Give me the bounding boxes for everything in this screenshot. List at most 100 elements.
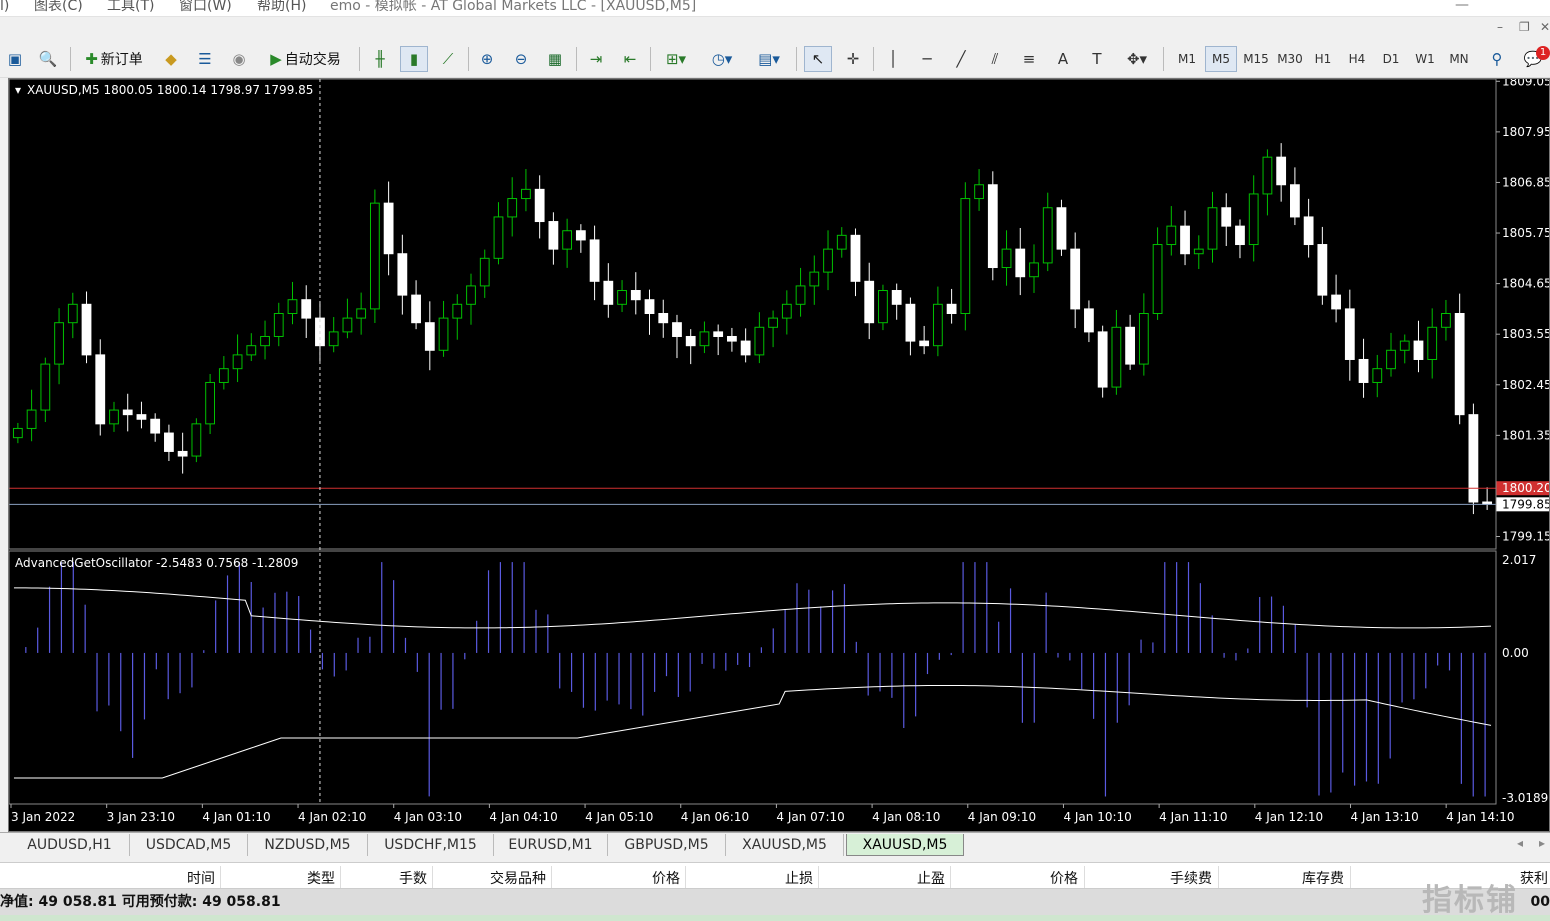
timeframe-m30[interactable]: M30 (1273, 46, 1307, 72)
auto-trade-button[interactable]: ▶ 自动交易 (258, 46, 353, 72)
chart-window-icon[interactable]: ▣ (2, 46, 28, 72)
price-pane[interactable]: 1800.20 1799.85 (9, 143, 1550, 515)
candle-body (1056, 207, 1067, 250)
zoom-in-icon[interactable]: ⊕ (474, 46, 500, 72)
tab-nzdusd-m5[interactable]: NZDUSD,M5 (248, 834, 368, 856)
col-time[interactable]: 时间 (150, 868, 215, 888)
auto-trade-icon: ▶ (270, 50, 282, 68)
menu-item-tools[interactable]: 工具(T) (107, 0, 154, 14)
menu-bar: l) 图表(C) 工具(T) 窗口(W) 帮助(H) emo - 模拟帐 - A… (0, 0, 1550, 17)
tile-windows-icon[interactable]: ▦ (542, 46, 568, 72)
child-restore-icon[interactable]: ❐ (1519, 20, 1530, 34)
candle-body (987, 184, 998, 269)
candle-body (809, 271, 820, 287)
candle-body (1015, 248, 1026, 278)
candle-body (795, 285, 806, 305)
col-type[interactable]: 类型 (270, 868, 335, 888)
col-swap[interactable]: 库存费 (1272, 868, 1344, 888)
cursor-icon[interactable]: ↖ (804, 46, 832, 72)
timeframe-h4[interactable]: H4 (1341, 46, 1373, 72)
line-chart-icon[interactable]: ⟋ (435, 46, 461, 72)
time-tick-label: 4 Jan 06:10 (681, 810, 749, 824)
timeframe-m1[interactable]: M1 (1171, 46, 1203, 72)
chart-area[interactable]: 1800.20 1799.85 1809.05 1807.95 1806.85 1805… (8, 74, 1550, 832)
tab-gbpusd-m5[interactable]: GBPUSD,M5 (608, 834, 726, 856)
menu-item-charts[interactable]: 图表(C) (34, 0, 83, 14)
tab-xauusd-m5-active[interactable]: XAUUSD,M5 (846, 834, 964, 856)
notifications-icon[interactable]: 💬 1 (1518, 46, 1550, 72)
signals-icon[interactable]: ◉ (226, 46, 252, 72)
timeframe-m15[interactable]: M15 (1239, 46, 1273, 72)
fibonacci-icon[interactable]: ≡ (1016, 46, 1042, 72)
tab-usdcad-m5[interactable]: USDCAD,M5 (130, 834, 248, 856)
timeframe-m5[interactable]: M5 (1205, 46, 1237, 72)
candle-body (768, 317, 778, 328)
tabs-scroll-left-icon[interactable]: ◂ (1517, 836, 1523, 850)
templates-menu-icon[interactable]: ▤▾ (750, 46, 788, 72)
candle-body (1042, 207, 1053, 264)
chart-info: XAUUSD,M5 1800.05 1800.14 1798.97 1799.8… (27, 83, 313, 97)
menu-item-help[interactable]: 帮助(H) (257, 0, 306, 14)
timeframe-w1[interactable]: W1 (1409, 46, 1441, 72)
col-lots[interactable]: 手数 (362, 868, 427, 888)
child-close-icon[interactable]: ✕ (1540, 20, 1550, 34)
price-tick-label: 1807.95 (1502, 125, 1549, 139)
oscillator-pane[interactable] (13, 562, 1492, 797)
menu-item-window[interactable]: 窗口(W) (179, 0, 232, 14)
meta-editor-icon[interactable]: ◆ (158, 46, 184, 72)
timeframe-h1[interactable]: H1 (1307, 46, 1339, 72)
candle-body (260, 335, 270, 347)
tab-usdchf-m15[interactable]: USDCHF,M15 (368, 834, 494, 856)
window-title: emo - 模拟帐 - AT Global Markets LLC - [XAU… (330, 0, 697, 14)
tab-eurusd-m1[interactable]: EURUSD,M1 (494, 834, 608, 856)
candle-body (1070, 248, 1081, 310)
periods-menu-icon[interactable]: ◷▾ (703, 46, 741, 72)
candle-body (301, 299, 312, 319)
price-tick-label: 1799.15 (1502, 530, 1549, 544)
time-tick-label: 4 Jan 01:10 (202, 810, 270, 824)
vertical-line-icon[interactable]: │ (880, 46, 906, 72)
zoom-out-icon[interactable]: ⊖ (508, 46, 534, 72)
col-commission[interactable]: 手续费 (1140, 868, 1212, 888)
chart-canvas[interactable]: 1800.20 1799.85 1809.05 1807.95 1806.85 1805… (8, 74, 1550, 831)
candle-body (1413, 340, 1424, 360)
candlestick-chart-icon[interactable]: ▮ (400, 46, 428, 72)
tester-icon[interactable]: 🔍 (35, 46, 61, 72)
candle-body (658, 313, 669, 324)
indicators-menu-icon[interactable]: ⊞▾ (657, 46, 695, 72)
auto-scroll-icon[interactable]: ⇥ (583, 46, 609, 72)
chart-info-arrow-icon[interactable]: ▾ (15, 83, 21, 97)
tabs-scroll-right-icon[interactable]: ▸ (1539, 836, 1545, 850)
search-icon[interactable]: ⚲ (1484, 46, 1510, 72)
child-minimize-icon[interactable]: – (1497, 20, 1503, 34)
tab-xauusd-m5[interactable]: XAUUSD,M5 (726, 834, 844, 856)
col-stop-loss[interactable]: 止损 (745, 868, 813, 888)
candle-body (95, 354, 106, 425)
text-icon[interactable]: A (1050, 46, 1076, 72)
candle-body (932, 303, 943, 347)
bar-chart-icon[interactable]: ╫ (367, 46, 393, 72)
timeframe-mn[interactable]: MN (1443, 46, 1475, 72)
new-order-button[interactable]: ✚ 新订单 (76, 46, 152, 72)
candle-body (1180, 225, 1190, 255)
channel-icon[interactable]: ⫽ (982, 46, 1008, 72)
candle-body (493, 216, 504, 259)
trendline-icon[interactable]: ╱ (948, 46, 974, 72)
candle-body (369, 202, 380, 310)
text-label-icon[interactable]: T (1084, 46, 1110, 72)
col-take-profit[interactable]: 止盈 (877, 868, 945, 888)
tab-audusd-h1[interactable]: AUDUSD,H1 (10, 834, 130, 856)
chart-shift-icon[interactable]: ⇤ (617, 46, 643, 72)
candle-body (960, 198, 971, 314)
timeframe-d1[interactable]: D1 (1375, 46, 1407, 72)
col-price[interactable]: 价格 (612, 868, 680, 888)
col-symbol[interactable]: 交易品种 (470, 868, 546, 888)
navigator-icon[interactable]: ☰ (192, 46, 218, 72)
minimize-icon[interactable]: — (1455, 0, 1469, 13)
osc-signal-line-lower (13, 684, 1492, 779)
crosshair-icon[interactable]: ✛ (840, 46, 866, 72)
col-current-price[interactable]: 价格 (1010, 868, 1078, 888)
horizontal-line-icon[interactable]: ─ (914, 46, 940, 72)
candle-body (1207, 207, 1218, 250)
arrows-menu-icon[interactable]: ✥▾ (1118, 46, 1156, 72)
